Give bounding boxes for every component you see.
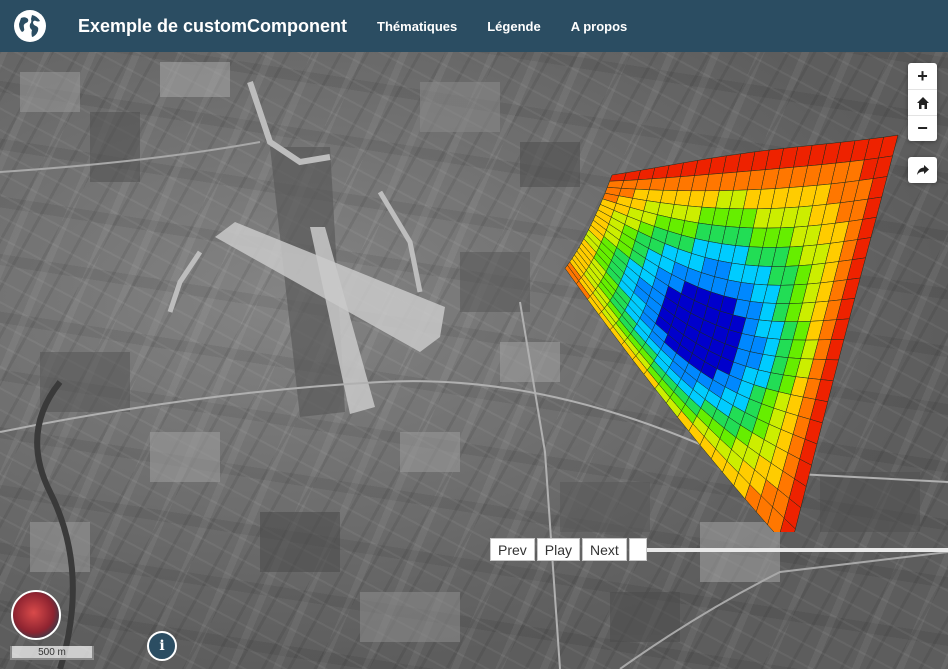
timeline-handle[interactable] [628,538,647,561]
map-view[interactable]: + − Prev Play Next 500 m i [0,52,948,669]
home-icon [916,96,929,109]
overview-map-button[interactable] [11,590,61,640]
time-player: Prev Play Next [490,538,647,561]
surface-cell [606,180,625,189]
zoom-controls: + − [908,63,937,141]
globe-icon[interactable] [12,8,48,44]
scale-bar: 500 m [10,646,94,660]
share-icon [916,165,929,175]
surface-3d-plot [564,134,899,532]
zoom-out-button[interactable]: − [908,115,937,141]
prev-button[interactable]: Prev [490,538,535,561]
app-title: Exemple de customComponent [78,15,348,36]
zoom-in-button[interactable]: + [908,63,937,89]
nav-thematiques[interactable]: Thématiques [377,19,457,34]
timeline-track[interactable] [645,548,948,552]
play-button[interactable]: Play [536,538,581,561]
nav-a-propos[interactable]: A propos [571,19,628,34]
info-button[interactable]: i [147,631,177,661]
nav-legende[interactable]: Légende [487,19,540,34]
home-button[interactable] [908,89,937,115]
next-button[interactable]: Next [582,538,627,561]
top-navbar: Exemple de customComponent Thématiques L… [0,0,948,52]
surface-cell [620,179,639,190]
share-button[interactable] [908,157,937,183]
